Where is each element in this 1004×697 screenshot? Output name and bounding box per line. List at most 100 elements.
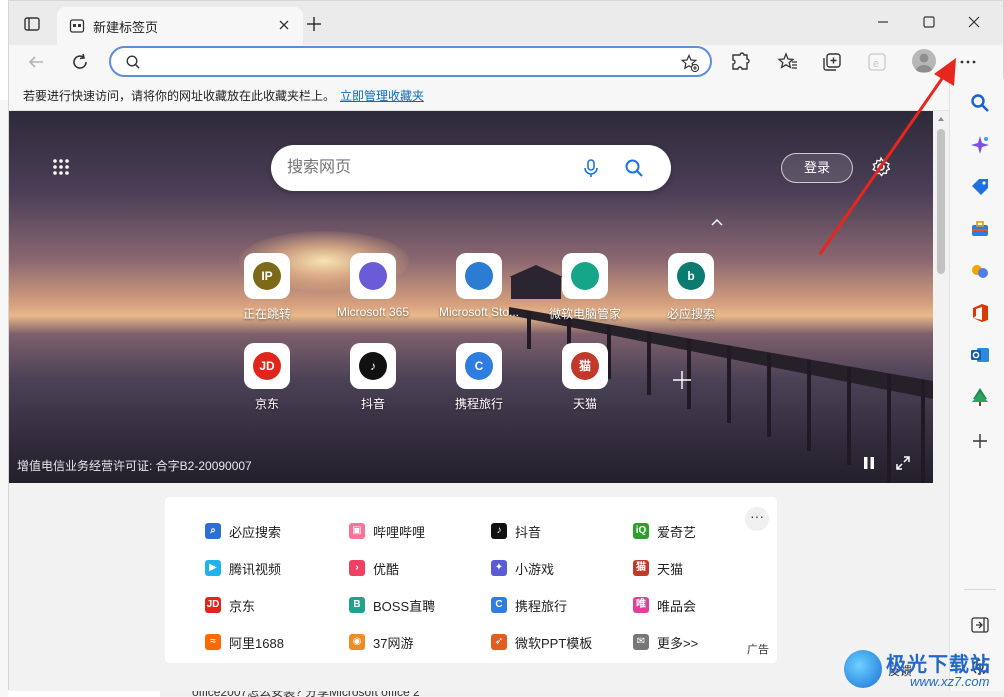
new-tab-button[interactable] xyxy=(303,13,325,35)
browser-window: 新建标签页 e 若要进行快速访问，请将你的网址收藏放在此收藏夹栏上。 立即管理收… xyxy=(8,0,1004,691)
sidebar-search-icon[interactable] xyxy=(970,93,990,113)
shortcut-tile[interactable]: 微软电脑管家 xyxy=(535,253,635,322)
web-search-input[interactable] xyxy=(287,157,567,179)
add-sidebar-app-icon[interactable] xyxy=(970,431,990,451)
pause-icon[interactable] xyxy=(861,455,877,471)
shortcut-label: 携程旅行 xyxy=(454,397,503,411)
shortcut-tile[interactable]: b 必应搜索 xyxy=(641,253,741,322)
refresh-icon[interactable] xyxy=(69,51,91,73)
link-item[interactable]: ≈ 阿里1688 xyxy=(205,632,335,652)
license-text: 增值电信业务经营许可证: 合字B2-20090007 xyxy=(17,459,252,473)
tmall-icon: 猫 xyxy=(633,560,649,576)
ie-mode-icon[interactable]: e xyxy=(866,51,888,73)
iqiyi-icon: iQ xyxy=(633,523,649,539)
link-label: 优酷 xyxy=(373,562,400,577)
link-label: BOSS直聘 xyxy=(373,599,436,614)
link-label: 腾讯视频 xyxy=(229,562,282,577)
copilot-sparkle-icon[interactable] xyxy=(970,135,990,155)
shortcut-tile[interactable]: JD 京东 xyxy=(217,343,317,412)
settings-and-more-icon[interactable] xyxy=(957,51,979,73)
add-favorite-star-icon[interactable] xyxy=(680,53,700,73)
office-icon[interactable] xyxy=(970,303,990,323)
back-arrow-icon[interactable] xyxy=(25,51,47,73)
link-label: 携程旅行 xyxy=(515,599,568,614)
link-label: 爱奇艺 xyxy=(657,525,697,540)
link-item[interactable]: 猫天猫 xyxy=(633,558,763,578)
link-item[interactable]: ➶ 微软PPT模板 xyxy=(491,632,621,652)
ip-icon: IP xyxy=(244,253,290,299)
shortcut-tile[interactable]: 猫天猫 xyxy=(535,343,635,412)
page-scrollbar[interactable] xyxy=(933,111,949,691)
link-item[interactable]: ▣ 哔哩哔哩 xyxy=(349,521,479,541)
games-icon[interactable] xyxy=(970,261,990,281)
shortcut-tile[interactable]: ♪ 抖音 xyxy=(323,343,423,412)
outlook-icon[interactable] xyxy=(970,345,990,365)
address-input[interactable] xyxy=(149,52,669,72)
link-label: 天猫 xyxy=(657,562,684,577)
link-item[interactable]: iQ 爱奇艺 xyxy=(633,521,763,541)
link-item[interactable]: › 优酷 xyxy=(349,558,479,578)
minimize-button[interactable] xyxy=(871,11,895,33)
tab-actions-icon[interactable] xyxy=(23,15,41,33)
address-bar[interactable] xyxy=(109,46,712,77)
m365-icon xyxy=(350,253,396,299)
desktop-left-edge xyxy=(0,100,8,697)
hide-sidebar-icon[interactable] xyxy=(970,615,990,635)
shortcut-tile[interactable]: Microsoft 365 xyxy=(323,253,423,319)
link-item[interactable]: ♪ 抖音 xyxy=(491,521,621,541)
link-item[interactable]: 唯唯品会 xyxy=(633,595,763,615)
fullscreen-expand-icon[interactable] xyxy=(895,455,911,471)
search-submit-icon[interactable] xyxy=(623,157,645,179)
apps-grid-icon[interactable] xyxy=(51,157,71,177)
shortcut-tile[interactable]: Microsoft Sto... xyxy=(429,253,529,319)
user-icon xyxy=(915,53,933,72)
tencent-video-icon: ▶ xyxy=(205,560,221,576)
link-item[interactable]: B BOSS直聘 xyxy=(349,595,479,615)
web-search-box[interactable] xyxy=(271,145,671,191)
favorites-icon[interactable] xyxy=(777,51,799,73)
link-item[interactable]: JD 京东 xyxy=(205,595,335,615)
shortcut-tile[interactable]: IP 正在跳转 xyxy=(217,253,317,322)
svg-text:e: e xyxy=(873,58,879,70)
close-tab-icon[interactable] xyxy=(277,18,291,32)
collections-icon[interactable] xyxy=(821,51,843,73)
edge-sidebar xyxy=(949,79,1004,691)
maximize-button[interactable] xyxy=(917,11,941,33)
add-shortcut-icon[interactable] xyxy=(671,369,693,391)
link-item[interactable]: ⌕ 必应搜索 xyxy=(205,521,335,541)
link-item[interactable]: ◉ 37网游 xyxy=(349,632,479,652)
watermark-logo-icon xyxy=(844,650,882,688)
link-item[interactable]: ✦ 小游戏 xyxy=(491,558,621,578)
tile-glyph: 猫 xyxy=(571,352,599,380)
bilibili-icon: ▣ xyxy=(349,523,365,539)
tmall-icon: 猫 xyxy=(562,343,608,389)
collapse-chevron-icon[interactable] xyxy=(709,215,725,229)
shopping-tag-icon[interactable] xyxy=(970,177,990,197)
microphone-icon[interactable] xyxy=(581,158,601,178)
page-settings-gear-icon[interactable] xyxy=(870,156,892,178)
37-icon: ◉ xyxy=(349,634,365,650)
login-button[interactable]: 登录 xyxy=(781,153,853,183)
profile-avatar[interactable] xyxy=(912,49,936,73)
close-window-button[interactable] xyxy=(962,11,986,33)
shortcut-tile[interactable]: C 携程旅行 xyxy=(429,343,529,412)
link-label: 哔哩哔哩 xyxy=(373,525,426,540)
links-panel: ⌕ 必应搜索 ▣ 哔哩哔哩 ♪ 抖音 iQ 爱奇艺 ▶ 腾讯视频 › 优酷 ✦ 小游戏 猫天猫 JD 京东 B BO… xyxy=(165,497,777,663)
extensions-icon[interactable] xyxy=(729,51,751,73)
scrollbar-thumb[interactable] xyxy=(937,129,945,274)
scroll-up-icon[interactable] xyxy=(937,115,945,123)
link-item[interactable]: ▶ 腾讯视频 xyxy=(205,558,335,578)
tab-new-tab[interactable]: 新建标签页 xyxy=(57,7,303,45)
watermark-name: 极光下载站 xyxy=(886,654,991,676)
favorites-bar: 若要进行快速访问，请将你的网址收藏放在此收藏夹栏上。 立即管理收藏夹 xyxy=(9,79,1003,111)
tools-briefcase-icon[interactable] xyxy=(970,219,990,239)
title-bar: 新建标签页 xyxy=(9,1,1003,45)
shortcut-label: 微软电脑管家 xyxy=(548,307,621,321)
link-item[interactable]: C 携程旅行 xyxy=(491,595,621,615)
link-label: 微软PPT模板 xyxy=(515,636,593,651)
manage-favorites-link[interactable]: 立即管理收藏夹 xyxy=(340,87,424,104)
shortcut-label: 必应搜索 xyxy=(666,307,715,321)
links-more-button[interactable]: ··· xyxy=(745,507,769,531)
tree-icon[interactable] xyxy=(970,387,990,407)
link-item[interactable]: ✉ 更多>> xyxy=(633,632,763,652)
